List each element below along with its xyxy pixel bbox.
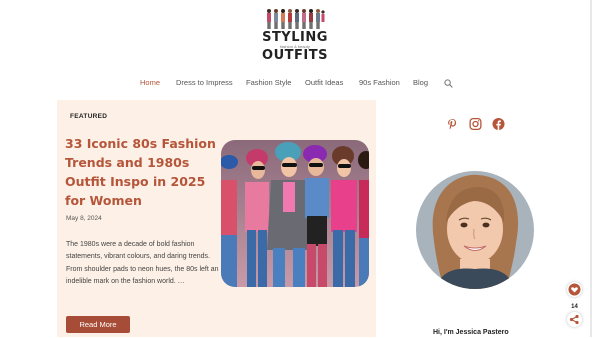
nav-item-home[interactable]: Home <box>140 76 160 90</box>
site-header: STYLING fashion & beauty OUTFITS <box>0 0 592 66</box>
instagram-icon[interactable] <box>469 117 482 131</box>
share-button[interactable] <box>567 312 582 327</box>
pinterest-icon[interactable] <box>445 117 459 131</box>
site-logo[interactable]: STYLING fashion & beauty OUTFITS <box>262 8 328 64</box>
heart-icon <box>568 283 581 296</box>
nav-item-fashion-style[interactable]: Fashion Style <box>246 76 291 90</box>
fashion-group-illustration <box>221 140 369 287</box>
nav-item-outfit-ideas[interactable]: Outfit Ideas <box>305 76 343 90</box>
post-excerpt: The 1980s were a decade of bold fashion … <box>66 241 219 285</box>
author-portrait <box>416 171 534 289</box>
logo-text-styling: STYLING <box>262 30 328 45</box>
search-icon[interactable] <box>444 79 453 88</box>
favorite-button[interactable] <box>567 282 582 297</box>
nav-item-90s-fashion[interactable]: 90s Fashion <box>359 76 400 90</box>
share-icon <box>569 314 579 325</box>
favorite-count: 14 <box>571 304 578 310</box>
read-more-button[interactable]: Read More <box>66 316 130 333</box>
featured-badge: FEATURED <box>70 113 108 120</box>
post-featured-image[interactable] <box>221 140 369 287</box>
logo-text-outfits: OUTFITS <box>262 48 328 63</box>
facebook-icon[interactable] <box>492 117 505 131</box>
post-title[interactable]: 33 Iconic 80s Fashion Trends and 1980s O… <box>65 134 225 210</box>
author-avatar <box>416 171 534 289</box>
logo-figures-illustration <box>265 8 325 30</box>
main-navigation: Home Dress to Impress Fashion Style Outf… <box>0 76 592 90</box>
nav-item-dress-to-impress[interactable]: Dress to Impress <box>176 76 233 90</box>
nav-item-blog[interactable]: Blog <box>413 76 428 90</box>
post-date: May 8, 2024 <box>66 215 102 222</box>
